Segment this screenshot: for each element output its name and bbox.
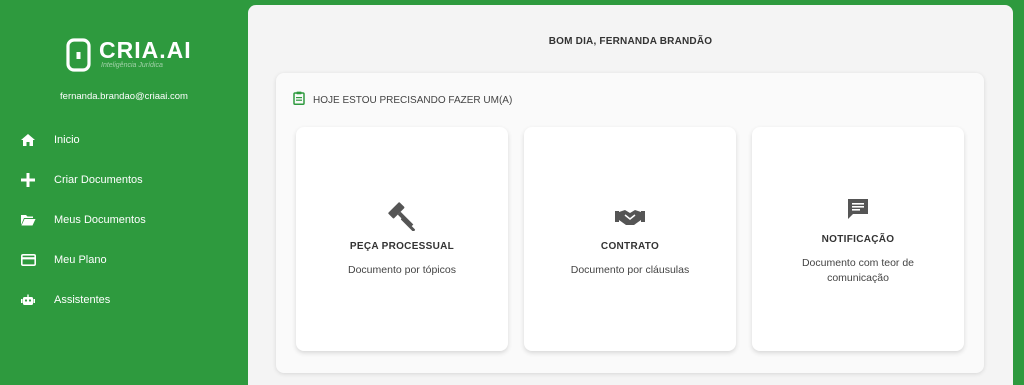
sidebar-item-inicio[interactable]: Inicio xyxy=(0,120,248,160)
sidebar-item-label: Meu Plano xyxy=(54,254,107,266)
sidebar-item-label: Assistentes xyxy=(54,294,111,306)
sidebar-item-criar-documentos[interactable]: Criar Documentos xyxy=(0,160,248,200)
plus-icon xyxy=(20,172,36,188)
gavel-icon xyxy=(296,201,508,231)
brand-tagline: Inteligência Jurídica xyxy=(101,62,163,69)
sidebar-nav: Inicio Criar Documentos Meus Documentos … xyxy=(0,120,248,320)
folder-open-icon xyxy=(20,212,36,228)
greeting-title: BOM DIA, FERNANDA BRANDÃO xyxy=(548,36,713,47)
handshake-icon xyxy=(524,207,736,227)
card-contrato[interactable]: CONTRATO Documento por cláusulas xyxy=(524,127,736,351)
card-title: CONTRATO xyxy=(600,241,660,252)
sidebar-item-assistentes[interactable]: Assistentes xyxy=(0,280,248,320)
card-notificacao[interactable]: NOTIFICAÇÃO Documento com teor de comuni… xyxy=(752,127,964,351)
main-content: BOM DIA, FERNANDA BRANDÃO HOJE ESTOU PRE… xyxy=(248,5,1013,385)
card-title: PEÇA PROCESSUAL xyxy=(349,241,455,252)
sidebar-item-label: Criar Documentos xyxy=(54,174,143,186)
home-icon xyxy=(20,132,36,148)
card-peca-processual[interactable]: PEÇA PROCESSUAL Documento por tópicos xyxy=(296,127,508,351)
document-type-panel: HOJE ESTOU PRECISANDO FAZER UM(A) PEÇA P… xyxy=(276,73,984,373)
panel-title: HOJE ESTOU PRECISANDO FAZER UM(A) xyxy=(313,95,513,106)
message-icon xyxy=(752,197,964,221)
card-title: NOTIFICAÇÃO xyxy=(821,234,895,245)
card-description: Documento por cláusulas xyxy=(570,264,690,276)
credit-card-icon xyxy=(20,252,36,268)
robot-icon xyxy=(20,292,36,308)
logo-mark-icon xyxy=(66,38,91,72)
sidebar: CRIA.AI Inteligência Jurídica fernanda.b… xyxy=(0,0,248,385)
brand-logo[interactable]: CRIA.AI Inteligência Jurídica xyxy=(66,38,192,72)
card-description: Documento por tópicos xyxy=(348,264,456,276)
sidebar-item-meus-documentos[interactable]: Meus Documentos xyxy=(0,200,248,240)
clipboard-icon xyxy=(293,91,305,110)
sidebar-item-label: Inicio xyxy=(54,134,80,146)
sidebar-item-meu-plano[interactable]: Meu Plano xyxy=(0,240,248,280)
sidebar-item-label: Meus Documentos xyxy=(54,214,146,226)
brand-name: CRIA.AI xyxy=(99,37,192,63)
card-description: Documento com teor de comunicação xyxy=(801,257,915,284)
user-email: fernanda.brandao@criaai.com xyxy=(60,91,188,102)
